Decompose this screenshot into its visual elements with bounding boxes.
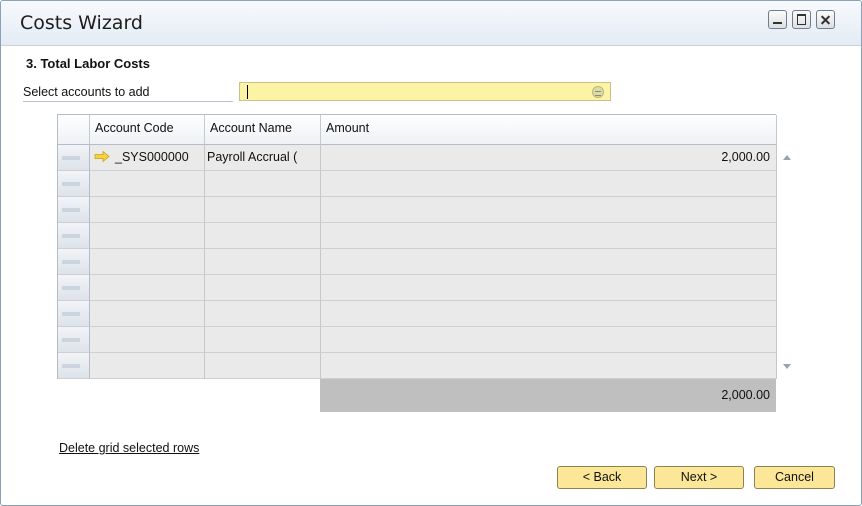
cell-account-name[interactable] — [205, 223, 321, 249]
row-selector[interactable] — [58, 275, 90, 301]
row-selector[interactable] — [58, 171, 90, 197]
cell-amount[interactable] — [321, 171, 777, 197]
cell-account-code[interactable]: _SYS000000 — [90, 145, 205, 171]
column-header-amount[interactable]: Amount — [321, 115, 777, 145]
cell-account-code[interactable] — [90, 275, 205, 301]
vertical-scrollbar[interactable] — [777, 145, 797, 379]
select-accounts-input[interactable] — [239, 82, 611, 101]
close-button[interactable] — [816, 10, 835, 29]
total-amount: 2,000.00 — [721, 388, 770, 402]
table-row[interactable] — [58, 327, 777, 353]
cell-account-name-text — [205, 358, 207, 372]
row-selector[interactable] — [58, 145, 90, 171]
cell-amount[interactable] — [321, 327, 777, 353]
row-selector[interactable] — [58, 301, 90, 327]
cell-account-name[interactable]: Payroll Accrual ( — [205, 145, 321, 171]
cell-account-name-text — [205, 306, 207, 320]
cell-amount[interactable]: 2,000.00 — [321, 145, 777, 171]
choose-from-list-icon[interactable] — [592, 86, 604, 98]
cell-account-code[interactable] — [90, 301, 205, 327]
table-row[interactable] — [58, 275, 777, 301]
cell-account-name[interactable] — [205, 327, 321, 353]
maximize-button[interactable] — [792, 10, 811, 29]
delete-grid-selected-rows-link[interactable]: Delete grid selected rows — [59, 441, 199, 455]
cell-account-code[interactable] — [90, 327, 205, 353]
costs-wizard-window: Costs Wizard 3. Total Labor Costs Select… — [0, 0, 862, 506]
minimize-button[interactable] — [768, 10, 787, 29]
cell-account-code[interactable] — [90, 353, 205, 379]
cell-account-code[interactable] — [90, 197, 205, 223]
cell-account-name-text — [205, 280, 207, 294]
cell-amount[interactable] — [321, 275, 777, 301]
cell-account-name[interactable] — [205, 249, 321, 275]
row-selector[interactable] — [58, 197, 90, 223]
table-row[interactable] — [58, 197, 777, 223]
cancel-button[interactable]: Cancel — [754, 466, 835, 489]
cell-account-name-text: Payroll Accrual ( — [207, 150, 298, 164]
cell-amount[interactable] — [321, 223, 777, 249]
cell-account-name[interactable] — [205, 171, 321, 197]
back-button[interactable]: < Back — [557, 466, 647, 489]
next-button[interactable]: Next > — [654, 466, 744, 489]
cell-account-name-text — [205, 176, 207, 190]
cell-account-name[interactable] — [205, 301, 321, 327]
cell-account-name[interactable] — [205, 353, 321, 379]
row-selector[interactable] — [58, 353, 90, 379]
section-title: 3. Total Labor Costs — [26, 56, 150, 71]
select-accounts-label: Select accounts to add — [23, 83, 233, 102]
cell-account-name-text — [205, 228, 207, 242]
row-selector[interactable] — [58, 249, 90, 275]
cell-amount[interactable] — [321, 301, 777, 327]
cell-amount-text: 2,000.00 — [721, 150, 770, 164]
column-header-account-code[interactable]: Account Code — [90, 115, 205, 145]
column-header-account-name[interactable]: Account Name — [205, 115, 321, 145]
accounts-grid: Account Code Account Name Amount _SYS000… — [57, 114, 797, 379]
window-title: Costs Wizard — [20, 12, 143, 34]
row-selector[interactable] — [58, 223, 90, 249]
cell-account-name-text — [205, 254, 207, 268]
table-row[interactable] — [58, 223, 777, 249]
table-row[interactable]: _SYS000000 Payroll Accrual ( 2,000.00 — [58, 145, 777, 171]
cell-account-name-text — [205, 202, 207, 216]
cell-account-code[interactable] — [90, 223, 205, 249]
scroll-up-icon[interactable] — [783, 155, 791, 160]
scroll-down-icon[interactable] — [783, 364, 791, 369]
total-amount-box: 2,000.00 — [320, 379, 776, 412]
table-row[interactable] — [58, 171, 777, 197]
table-row[interactable] — [58, 301, 777, 327]
title-bar: Costs Wizard — [1, 1, 861, 46]
row-header-corner — [58, 115, 90, 145]
table-row[interactable] — [58, 249, 777, 275]
table-row[interactable] — [58, 353, 777, 379]
row-selector[interactable] — [58, 327, 90, 353]
text-caret — [247, 85, 248, 99]
cell-account-code-text: _SYS000000 — [115, 150, 189, 164]
cell-amount[interactable] — [321, 353, 777, 379]
cell-amount[interactable] — [321, 197, 777, 223]
link-arrow-icon[interactable] — [94, 151, 110, 162]
cell-account-name[interactable] — [205, 275, 321, 301]
cell-amount[interactable] — [321, 249, 777, 275]
cell-account-code[interactable] — [90, 171, 205, 197]
cell-account-name-text — [205, 332, 207, 346]
cell-account-name[interactable] — [205, 197, 321, 223]
cell-account-code[interactable] — [90, 249, 205, 275]
